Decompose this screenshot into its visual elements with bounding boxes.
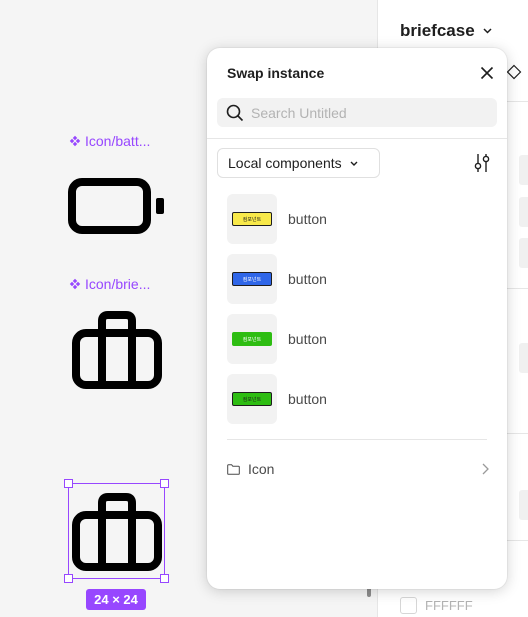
component-thumbnail: 컴포넌트	[227, 314, 277, 364]
selection-size-badge: 24 × 24	[86, 589, 146, 610]
resize-handle-top-left[interactable]	[64, 479, 73, 488]
chevron-right-icon	[482, 463, 489, 475]
property-field[interactable]	[519, 343, 528, 373]
library-source-value: Local components	[228, 155, 342, 171]
component-item-label: button	[288, 271, 327, 287]
swap-instance-popover: Swap instance Local components 컴포넌트 butt…	[207, 48, 507, 589]
sliders-icon[interactable]	[472, 152, 492, 174]
instance-name[interactable]: briefcase	[400, 21, 492, 41]
resize-handle-top-right[interactable]	[160, 479, 169, 488]
component-item-label: button	[288, 211, 327, 227]
library-source-select[interactable]: Local components	[217, 148, 380, 178]
property-field[interactable]	[519, 238, 528, 268]
component-thumbnail: 컴포넌트	[227, 374, 277, 424]
folder-label: Icon	[248, 461, 275, 477]
battery-icon[interactable]	[68, 178, 168, 234]
component-diamond-icon[interactable]	[506, 64, 522, 80]
close-button[interactable]	[477, 63, 497, 83]
button-preview: 컴포넌트	[232, 212, 272, 226]
component-icon	[69, 278, 81, 290]
component-thumbnail: 컴포넌트	[227, 254, 277, 304]
search-icon	[226, 104, 244, 121]
folder-icon	[227, 463, 240, 475]
component-name: Icon/batt...	[85, 133, 151, 149]
selection-frame[interactable]	[68, 483, 165, 579]
resize-handle-bottom-right[interactable]	[160, 574, 169, 583]
component-thumbnail: 컴포넌트	[227, 194, 277, 244]
chevron-down-icon	[483, 28, 492, 34]
button-preview: 컴포넌트	[232, 392, 272, 406]
component-item[interactable]: 컴포넌트 button	[227, 314, 487, 364]
component-icon	[69, 135, 81, 147]
button-preview: 컴포넌트	[232, 332, 272, 346]
search-input[interactable]	[251, 104, 481, 121]
property-field[interactable]	[519, 197, 528, 227]
component-label-briefcase[interactable]: Icon/brie...	[69, 276, 150, 292]
divider	[227, 439, 487, 440]
popover-title: Swap instance	[227, 65, 325, 81]
property-field[interactable]	[519, 490, 528, 520]
fill-color-row[interactable]: FFFFFF	[400, 597, 473, 614]
chevron-down-icon	[350, 161, 358, 166]
resize-handle-bottom-left[interactable]	[64, 574, 73, 583]
component-item[interactable]: 컴포넌트 button	[227, 254, 487, 304]
briefcase-icon[interactable]	[70, 309, 164, 391]
instance-name-label: briefcase	[400, 21, 475, 40]
folder-item-icon[interactable]: Icon	[227, 457, 489, 481]
divider	[207, 138, 507, 139]
color-hex-value[interactable]: FFFFFF	[425, 598, 473, 613]
component-label-battery[interactable]: Icon/batt...	[69, 133, 150, 149]
component-name: Icon/brie...	[85, 276, 151, 292]
component-item-label: button	[288, 391, 327, 407]
close-icon	[480, 66, 494, 80]
search-field[interactable]	[217, 98, 497, 127]
button-preview: 컴포넌트	[232, 272, 272, 286]
component-item-label: button	[288, 331, 327, 347]
component-item[interactable]: 컴포넌트 button	[227, 374, 487, 424]
property-field[interactable]	[519, 155, 528, 185]
component-item[interactable]: 컴포넌트 button	[227, 194, 487, 244]
color-swatch[interactable]	[400, 597, 417, 614]
